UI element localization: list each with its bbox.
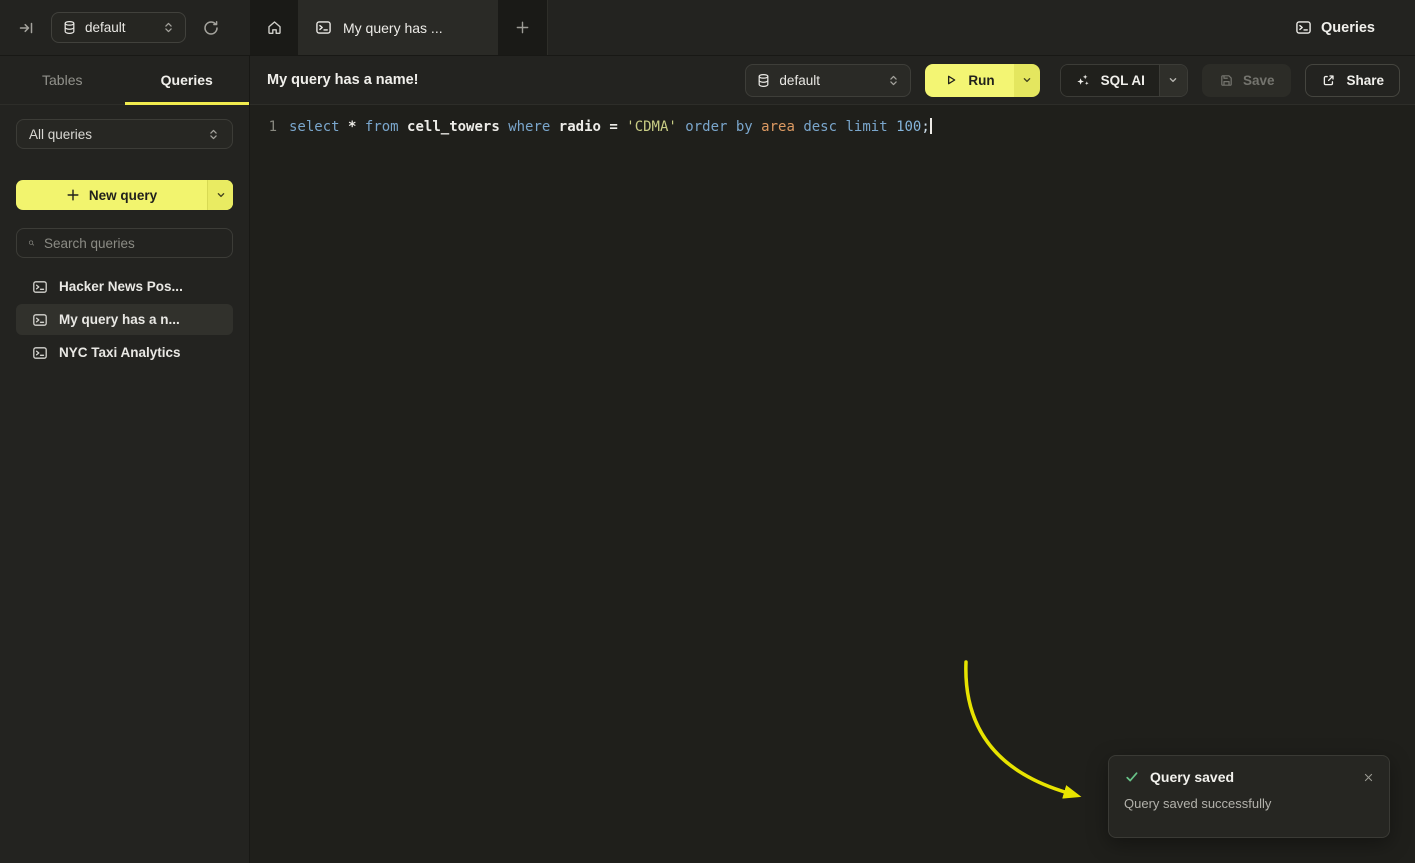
sparkles-icon bbox=[1075, 72, 1091, 88]
refresh-button[interactable] bbox=[197, 14, 225, 42]
new-query-dropdown-button[interactable] bbox=[207, 180, 233, 210]
run-label: Run bbox=[968, 73, 994, 88]
database-icon bbox=[756, 73, 771, 88]
sql-line-1: 1 select * from cell_towers where radio … bbox=[250, 116, 1415, 138]
save-icon bbox=[1219, 73, 1234, 88]
arrow-right-to-line-icon bbox=[18, 20, 34, 36]
sidebar-tab-tables[interactable]: Tables bbox=[0, 56, 125, 104]
line-number: 1 bbox=[250, 116, 277, 138]
save-button[interactable]: Save bbox=[1202, 64, 1292, 97]
chevrons-updown-icon bbox=[887, 74, 900, 87]
run-button[interactable]: Run bbox=[925, 64, 1013, 97]
content: Tables Queries All queries New query bbox=[0, 56, 1415, 863]
query-list-item-my-query[interactable]: My query has a n... bbox=[16, 304, 233, 335]
share-export-icon bbox=[1321, 73, 1336, 88]
sql-ai-button[interactable]: SQL AI bbox=[1061, 65, 1159, 96]
share-label: Share bbox=[1346, 73, 1384, 88]
tab-my-query[interactable]: My query has ... bbox=[298, 0, 498, 55]
query-terminal-icon bbox=[32, 345, 48, 361]
sql-ai-dropdown-button[interactable] bbox=[1159, 65, 1187, 96]
query-item-label: Hacker News Pos... bbox=[59, 279, 183, 294]
run-database-value: default bbox=[779, 73, 820, 88]
main-panel: My query has a name! default Run bbox=[250, 56, 1415, 863]
save-label: Save bbox=[1243, 73, 1275, 88]
tab-strip: My query has ... bbox=[250, 0, 548, 55]
new-query-split-button: New query bbox=[16, 180, 233, 210]
sidebar-tab-tables-label: Tables bbox=[42, 72, 82, 88]
query-list-item-nyc-taxi[interactable]: NYC Taxi Analytics bbox=[16, 337, 233, 368]
queries-menu-button[interactable]: Queries bbox=[1295, 19, 1375, 36]
toast-title: Query saved bbox=[1150, 769, 1234, 785]
plus-icon bbox=[66, 188, 80, 202]
editor-header: My query has a name! default Run bbox=[250, 56, 1415, 105]
toast-query-saved: Query saved Query saved successfully bbox=[1108, 755, 1390, 838]
query-list-item-hacker-news[interactable]: Hacker News Pos... bbox=[16, 271, 233, 302]
text-cursor bbox=[930, 118, 932, 134]
new-query-button[interactable]: New query bbox=[16, 180, 207, 210]
toast-close-button[interactable] bbox=[1363, 772, 1374, 783]
connection-database-selector[interactable]: default bbox=[51, 12, 186, 43]
chevrons-updown-icon bbox=[162, 21, 175, 34]
search-icon bbox=[28, 236, 35, 250]
connection-database-value: default bbox=[85, 20, 126, 35]
toast-message: Query saved successfully bbox=[1124, 796, 1374, 811]
check-icon bbox=[1124, 769, 1140, 785]
chevrons-updown-icon bbox=[207, 128, 220, 141]
chevron-down-icon bbox=[1021, 74, 1033, 86]
refresh-icon bbox=[203, 20, 219, 36]
sql-editor[interactable]: 1 select * from cell_towers where radio … bbox=[250, 105, 1415, 863]
run-dropdown-button[interactable] bbox=[1014, 64, 1040, 97]
query-terminal-icon bbox=[1295, 19, 1312, 36]
plus-icon bbox=[515, 20, 530, 35]
app-root: default My query has ... Queries bbox=[0, 0, 1415, 863]
query-filter-select[interactable]: All queries bbox=[16, 119, 233, 149]
sidebar: Tables Queries All queries New query bbox=[0, 56, 250, 863]
query-filter-value: All queries bbox=[29, 127, 92, 142]
queries-menu-label: Queries bbox=[1321, 20, 1375, 36]
sidebar-tabs: Tables Queries bbox=[0, 56, 249, 105]
top-bar-right: Queries bbox=[548, 0, 1415, 55]
sql-code: select * from cell_towers where radio = … bbox=[289, 116, 932, 138]
database-icon bbox=[62, 20, 77, 35]
tab-label: My query has ... bbox=[343, 20, 443, 36]
query-list: Hacker News Pos... My query has a n... N… bbox=[16, 271, 233, 368]
play-icon bbox=[944, 73, 958, 87]
home-icon bbox=[266, 19, 283, 36]
query-terminal-icon bbox=[32, 312, 48, 328]
search-queries-box bbox=[16, 228, 233, 258]
query-item-label: NYC Taxi Analytics bbox=[59, 345, 181, 360]
query-item-label: My query has a n... bbox=[59, 312, 180, 327]
home-button[interactable] bbox=[250, 0, 298, 55]
query-title: My query has a name! bbox=[267, 72, 745, 88]
sql-ai-label: SQL AI bbox=[1101, 73, 1145, 88]
chevron-down-icon bbox=[215, 189, 227, 201]
search-queries-input[interactable] bbox=[44, 236, 221, 251]
sql-ai-split-button: SQL AI bbox=[1060, 64, 1188, 97]
run-database-selector[interactable]: default bbox=[745, 64, 911, 97]
sidebar-body: All queries New query bbox=[0, 105, 249, 368]
query-terminal-icon bbox=[32, 279, 48, 295]
run-split-button: Run bbox=[925, 64, 1039, 97]
collapse-sidebar-button[interactable] bbox=[12, 14, 40, 42]
sidebar-tab-queries-label: Queries bbox=[161, 72, 213, 88]
toast-header: Query saved bbox=[1124, 769, 1374, 785]
new-query-label: New query bbox=[89, 188, 157, 203]
sidebar-tab-queries[interactable]: Queries bbox=[125, 56, 250, 104]
share-button[interactable]: Share bbox=[1305, 64, 1400, 97]
new-tab-button[interactable] bbox=[498, 0, 548, 55]
top-bar: default My query has ... Queries bbox=[0, 0, 1415, 56]
query-terminal-icon bbox=[315, 19, 332, 36]
close-icon bbox=[1363, 772, 1374, 783]
chevron-down-icon bbox=[1167, 74, 1179, 86]
top-bar-left: default bbox=[0, 0, 250, 55]
